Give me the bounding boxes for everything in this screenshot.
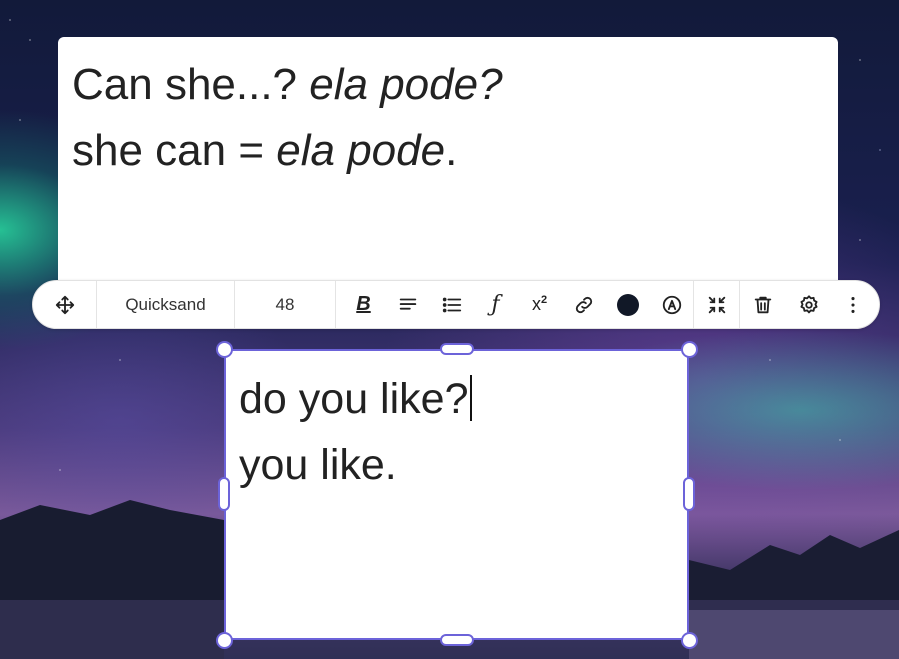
font-size-value: 48 bbox=[275, 294, 295, 314]
color-swatch bbox=[616, 293, 639, 316]
resize-handle-bottom-left[interactable] bbox=[216, 632, 233, 649]
more-options-button[interactable] bbox=[832, 281, 874, 328]
trash-icon bbox=[754, 296, 772, 313]
resize-handle-right[interactable] bbox=[683, 477, 695, 511]
align-left-icon bbox=[399, 298, 416, 310]
card-text-line-1[interactable]: Can she...? ela pode? bbox=[72, 57, 503, 113]
highlight-button[interactable] bbox=[656, 288, 687, 322]
text-card-selected[interactable]: do you like? you like. bbox=[224, 349, 689, 640]
font-family-select[interactable]: Quicksand bbox=[97, 281, 235, 328]
format-buttons: B ƒ x2 bbox=[336, 281, 694, 328]
resize-handle-top[interactable] bbox=[440, 343, 474, 355]
text-card-top[interactable]: Can she...? ela pode? she can = ela pode… bbox=[58, 37, 838, 305]
function-button[interactable]: ƒ bbox=[480, 288, 511, 322]
delete-button[interactable] bbox=[740, 281, 786, 328]
link-icon bbox=[575, 296, 592, 313]
bullet-list-icon bbox=[442, 297, 461, 312]
text-format-toolbar: Quicksand 48 B ƒ x2 bbox=[32, 280, 880, 329]
card-text-line-1[interactable]: do you like? bbox=[239, 371, 472, 427]
text-cursor bbox=[469, 375, 472, 421]
more-vertical-icon bbox=[851, 296, 855, 313]
resize-handle-bottom[interactable] bbox=[440, 634, 474, 646]
link-button[interactable] bbox=[568, 288, 599, 322]
text-color-button[interactable] bbox=[612, 288, 643, 322]
align-left-button[interactable] bbox=[392, 288, 423, 322]
gear-icon bbox=[800, 294, 818, 313]
collapse-button[interactable] bbox=[694, 281, 740, 328]
bold-icon: B bbox=[356, 293, 371, 315]
settings-button[interactable] bbox=[786, 281, 832, 328]
resize-handle-left[interactable] bbox=[218, 477, 230, 511]
function-icon: ƒ bbox=[491, 292, 500, 317]
superscript-button[interactable]: x2 bbox=[524, 288, 555, 322]
font-family-value: Quicksand bbox=[125, 294, 206, 314]
card-text-line-2[interactable]: she can = ela pode. bbox=[72, 123, 457, 179]
move-handle[interactable] bbox=[33, 281, 97, 328]
move-icon bbox=[55, 295, 74, 314]
font-size-select[interactable]: 48 bbox=[235, 281, 336, 328]
resize-handle-top-left[interactable] bbox=[216, 341, 233, 358]
bold-button[interactable]: B bbox=[348, 288, 379, 322]
card-text-line-2[interactable]: you like. bbox=[239, 437, 397, 493]
resize-handle-top-right[interactable] bbox=[681, 341, 698, 358]
collapse-icon bbox=[708, 296, 725, 313]
highlight-icon bbox=[662, 295, 681, 314]
superscript-icon: x2 bbox=[531, 294, 548, 314]
bullet-list-button[interactable] bbox=[436, 288, 467, 322]
resize-handle-bottom-right[interactable] bbox=[681, 632, 698, 649]
